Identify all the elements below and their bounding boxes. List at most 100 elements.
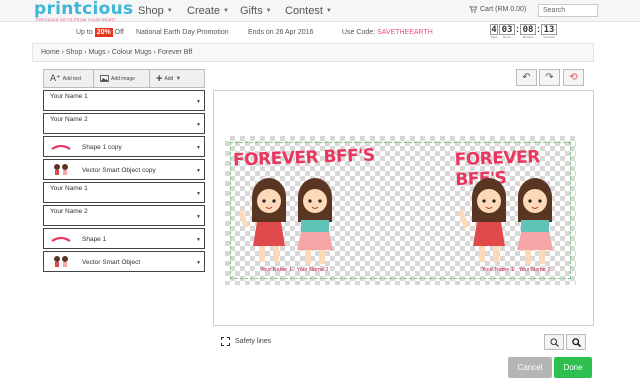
timer-label: Seconds [543,35,555,39]
layers-panel: Your Name 1 ▼ Your Name 2 ▼ Shape 1 copy ▼ … [43,90,205,274]
caret-down-icon: ▼ [196,99,201,105]
girls-graphic-right[interactable] [459,170,567,268]
add-dropdown-button[interactable]: + Add ▼ [150,70,204,87]
nav-gifts[interactable]: Gifts ▼ [240,5,272,17]
add-label: Add [164,75,174,82]
undo-icon: ↶ [522,72,531,83]
caret-down-icon: ▼ [223,8,229,14]
promo-code-label: Use Code: [342,29,376,36]
add-text-label: Add text [62,75,82,82]
design-name-1: Your Name 1 [260,267,292,273]
layer-label: Your Name 2 [50,116,88,123]
nav-shop[interactable]: Shop ▼ [138,5,173,17]
layer-item[interactable]: Your Name 2 ▼ [43,205,205,226]
redo-icon: ↷ [545,72,554,83]
caret-down-icon: ▼ [166,8,173,14]
nav-create[interactable]: Create ▼ [187,5,229,17]
layer-label: Shape 1 copy [82,144,122,151]
zoom-out-icon [549,337,559,347]
nav-label: Shop [138,5,164,17]
nav-label: Contest [285,5,323,17]
design-name-2: Your Name 2 [518,267,551,273]
add-image-button[interactable]: Add image [94,70,150,87]
promo-code: Use Code: SAVETHEEARTH [342,29,433,36]
design-names-right[interactable]: Your Name 1 Your Name 2 [482,267,550,273]
caret-down-icon: ▼ [196,191,201,197]
girls-thumbnail [54,164,68,175]
girls-thumbnail [54,256,68,267]
shape-thumbnail [51,236,71,242]
zoom-out-button[interactable] [544,334,564,350]
plus-icon: + [156,72,163,85]
cancel-button[interactable]: Cancel [508,357,552,378]
undo-button[interactable]: ↶ [516,69,537,86]
cart-label: Cart (RM 0.00) [480,6,527,13]
design-canvas[interactable]: FOREVER BFF'S Your Name 1 Your Name 2 FO… [213,90,594,326]
promo-percent: 20% [94,28,113,37]
timer-days: 4 Days [490,24,498,39]
layer-item[interactable]: Your Name 2 ▼ [43,113,205,134]
layer-item[interactable]: Vector Smart Object copy ▼ [43,159,205,180]
timer-minutes: 08 Minutes [520,24,536,39]
caret-down-icon: ▼ [196,122,201,128]
caret-down-icon: ▼ [196,237,201,243]
safety-lines-toggle[interactable]: Safety lines [221,337,271,346]
shape-thumbnail [51,144,71,150]
cart-link[interactable]: Cart (RM 0.00) [469,6,526,13]
redo-button[interactable]: ↷ [539,69,560,86]
caret-down-icon: ▼ [325,8,332,14]
layer-item[interactable]: Your Name 1 ▼ [43,182,205,203]
mug-print-area[interactable]: FOREVER BFF'S Your Name 1 Your Name 2 FO… [225,136,576,285]
countdown-timer: 4 Days 03 Hours : 08 Minutes : 13 Seconds [490,24,557,39]
caret-down-icon: ▼ [196,214,201,220]
cart-icon [469,6,477,13]
timer-label: Minutes [522,35,534,39]
caret-down-icon: ▼ [175,75,182,82]
layer-item[interactable]: Shape 1 copy ▼ [43,136,205,157]
timer-digit: 13 [541,24,557,35]
add-image-label: Add image [111,75,135,82]
caret-down-icon: ▼ [196,260,201,266]
design-name-1: Your Name 1 [482,267,514,273]
timer-colon: : [516,24,519,34]
promo-event: National Earth Day Promotion [136,29,229,36]
caret-down-icon: ▼ [265,8,272,14]
layer-item[interactable]: Your Name 1 ▼ [43,90,205,111]
promo-ends: Ends on 26 Apr 2016 [248,29,314,36]
safety-lines-checkbox[interactable] [221,337,230,346]
promo-off: Off [114,29,124,36]
design-name-2: Your Name 2 [296,267,329,273]
nav-contest[interactable]: Contest ▼ [285,5,332,17]
safety-lines-label: Safety lines [235,338,272,345]
image-icon [100,75,109,82]
top-navbar: printcious PRECIOUS GIFTS FROM YOUR HEAR… [0,0,640,22]
zoom-in-button[interactable] [566,334,586,350]
design-names-left[interactable]: Your Name 1 Your Name 2 [260,267,328,273]
add-text-icon: A⁺ [50,73,61,83]
breadcrumb[interactable]: Home › Shop › Mugs › Colour Mugs › Forev… [32,43,594,62]
brand-logo[interactable]: printcious PRECIOUS GIFTS FROM YOUR HEAR… [34,1,133,23]
promo-code-value: SAVETHEEARTH [377,29,433,36]
layer-label: Your Name 1 [50,93,88,100]
timer-digit: 03 [499,24,515,35]
reset-button[interactable]: ⟲ [563,69,584,86]
layer-item[interactable]: Vector Smart Object ▼ [43,251,205,272]
timer-digit: 4 [490,24,498,35]
done-button[interactable]: Done [554,357,592,378]
promo-up-to: Up to [76,29,93,36]
caret-down-icon: ▼ [196,145,201,151]
caret-down-icon: ▼ [196,168,201,174]
nav-label: Create [187,5,221,17]
timer-label: Hours [502,35,511,39]
add-toolbar: A⁺ Add text Add image + Add ▼ [43,69,205,88]
add-text-button[interactable]: A⁺ Add text [44,70,94,87]
layer-item[interactable]: Shape 1 ▼ [43,228,205,249]
reset-icon: ⟲ [569,72,578,83]
timer-colon: : [537,24,540,34]
timer-hours: 03 Hours [499,24,515,39]
search-input[interactable]: Search [538,4,598,17]
layer-label: Vector Smart Object copy [82,167,156,174]
timer-label: Days [490,35,498,39]
girls-graphic-left[interactable] [239,170,347,268]
timer-seconds: 13 Seconds [541,24,557,39]
